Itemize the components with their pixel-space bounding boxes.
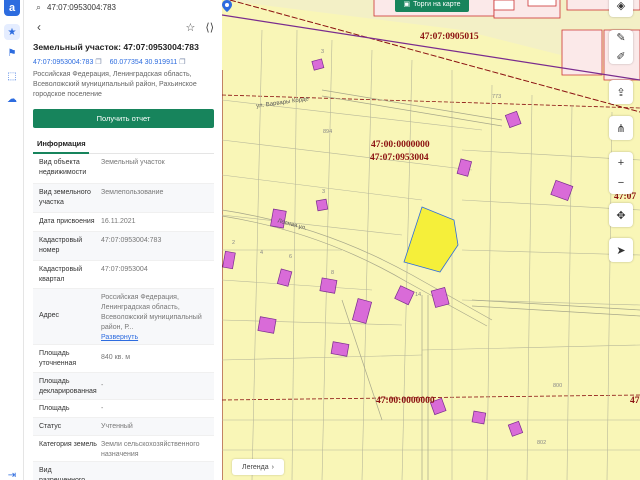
- parcel-number: 6: [289, 254, 293, 260]
- info-value: 16.11.2021: [101, 218, 136, 225]
- panel-toolbar: ‹ ☆ ⟨⟩: [25, 14, 222, 40]
- cadastral-quarter-label: 47: [630, 396, 640, 406]
- info-key: Площадь декларированная: [39, 378, 97, 395]
- search-input[interactable]: 47:07:0953004:783: [47, 3, 116, 12]
- star-icon[interactable]: ★: [4, 24, 20, 40]
- parcel-number: 4: [260, 250, 264, 256]
- zoom-out-icon[interactable]: −: [618, 177, 624, 189]
- parcel-number: 2: [232, 240, 236, 246]
- info-value: Учтенный: [101, 423, 133, 430]
- object-address: Российская Федерация, Ленинградская обла…: [33, 71, 197, 98]
- move-icon[interactable]: ✥: [609, 203, 633, 227]
- left-rail: a ★ ⚑ ⬚ ☁ ⇥: [0, 0, 24, 480]
- parcel-number: 3: [322, 189, 326, 195]
- info-table: Вид объекта недвижимости Земельный участ…: [25, 154, 222, 480]
- chevron-right-icon: ›: [271, 463, 274, 471]
- info-key: Вид разрешенного: [39, 467, 85, 480]
- parcel-number: 14: [415, 292, 422, 298]
- layers-icon[interactable]: ◈: [609, 0, 633, 17]
- info-key: Категория земель: [39, 441, 97, 448]
- object-ids: 47:07:0953004:783 ❐ 60.077354 30.919911 ❐: [25, 54, 222, 66]
- share-map-icon[interactable]: ⋔: [609, 116, 633, 140]
- info-key: Кадастровый квартал: [39, 266, 83, 283]
- info-value: 840 кв. м: [101, 354, 131, 361]
- info-value: 47:07:0953004: [101, 266, 148, 273]
- info-row: Площадь -: [33, 400, 214, 418]
- tab-underline: [33, 152, 89, 154]
- object-title: Земельный участок: 47:07:0953004:783: [33, 42, 199, 52]
- map-canvas: [222, 0, 640, 480]
- info-key: Вид земельного участка: [39, 189, 91, 206]
- info-row: Площадь декларированная -: [33, 373, 214, 400]
- cadastral-quarter-label: 47:00:0000000: [376, 396, 435, 406]
- info-value: Земли сельскохозяйственного назначения: [101, 441, 200, 458]
- info-key: Вид объекта недвижимости: [39, 159, 87, 176]
- info-value: Российская Федерация, Ленинградская обла…: [99, 289, 214, 344]
- cadastral-number-link[interactable]: 47:07:0953004:783 ❐: [33, 58, 102, 66]
- info-row: Статус Учтенный: [33, 418, 214, 436]
- parcel-number: 800: [553, 383, 563, 389]
- info-value: Землепользование: [101, 189, 164, 196]
- favorite-star-icon[interactable]: ☆: [186, 21, 196, 34]
- auctions-on-map-button[interactable]: ▣ Торги на карте: [395, 0, 469, 12]
- cadastral-map[interactable]: 47:07:0905015 47:00:0000000 47:07:095300…: [222, 0, 640, 480]
- info-value: -: [101, 405, 104, 412]
- edit-icon[interactable]: ✐: [616, 50, 625, 63]
- info-row: Категория земель Земли сельскохозяйствен…: [33, 436, 214, 462]
- auction-icon: ▣: [403, 1, 411, 8]
- cadastral-quarter-label: 47:07:0905015: [420, 32, 479, 42]
- expand-address-link[interactable]: Развернуть: [101, 333, 214, 343]
- info-row: Адрес Российская Федерация, Ленинградска…: [33, 289, 214, 345]
- zoom-controls: + −: [609, 152, 633, 194]
- copy-icon: ❐: [179, 59, 186, 66]
- info-value: -: [101, 382, 104, 389]
- coords-link[interactable]: 60.077354 30.919911 ❐: [110, 58, 186, 66]
- info-row: Площадь уточненная 840 кв. м: [33, 345, 214, 373]
- get-report-button[interactable]: Получить отчет: [33, 109, 214, 128]
- info-value: [99, 462, 214, 480]
- share-icon[interactable]: ⟨⟩: [205, 21, 214, 34]
- copy-icon: ❐: [95, 59, 102, 66]
- info-row: Вид разрешенного: [33, 462, 214, 480]
- back-arrow-icon[interactable]: ‹: [37, 20, 41, 34]
- object-panel: ⌕ 47:07:0953004:783 ‹ ☆ ⟨⟩ Земельный уча…: [25, 0, 222, 480]
- info-key: Адрес: [39, 312, 60, 319]
- location-pin-icon: [222, 0, 232, 12]
- cadastral-quarter-label: 47:00:0000000: [371, 140, 430, 150]
- info-key: Площадь уточненная: [39, 350, 77, 367]
- pen-icon[interactable]: ✎: [616, 31, 625, 44]
- select-area-icon[interactable]: ⬚: [4, 68, 20, 84]
- search-icon: ⌕: [36, 1, 42, 12]
- zoom-in-icon[interactable]: +: [618, 157, 624, 169]
- cadastral-quarter-label: 47:07:0953004: [370, 153, 429, 163]
- info-key: Статус: [39, 423, 62, 430]
- panel-tabs: Информация: [33, 134, 214, 154]
- info-value: Земельный участок: [101, 159, 165, 166]
- info-row: Кадастровый номер 47:07:0953004:783: [33, 232, 214, 261]
- info-row: Дата присвоения 16.11.2021: [33, 213, 214, 232]
- logout-icon[interactable]: ⇥: [4, 467, 20, 480]
- upload-icon[interactable]: ⇪: [609, 80, 633, 104]
- search-bar[interactable]: ⌕ 47:07:0953004:783: [25, 0, 222, 14]
- info-value: 47:07:0953004:783: [101, 237, 162, 244]
- info-row: Кадастровый квартал 47:07:0953004: [33, 261, 214, 289]
- parcel-number: 802: [537, 440, 547, 446]
- draw-tools: ✎ ✐: [609, 30, 633, 64]
- parcel-number: 3: [321, 49, 325, 55]
- info-key: Дата присвоения: [39, 218, 95, 225]
- info-key: Кадастровый номер: [39, 237, 83, 254]
- app-logo[interactable]: a: [4, 0, 20, 16]
- parcel-number: 8: [331, 270, 335, 276]
- tab-information[interactable]: Информация: [37, 139, 86, 148]
- info-row: Вид объекта недвижимости Земельный участ…: [33, 154, 214, 184]
- parcel-number: 773: [492, 94, 502, 100]
- info-row: Вид земельного участка Землепользование: [33, 184, 214, 213]
- info-key: Площадь: [39, 405, 70, 412]
- locate-icon[interactable]: ➤: [609, 238, 633, 262]
- flag-icon[interactable]: ⚑: [4, 45, 20, 61]
- cloud-icon[interactable]: ☁: [4, 91, 20, 107]
- legend-button[interactable]: Легенда ›: [232, 459, 284, 475]
- parcel-number: 894: [323, 129, 333, 135]
